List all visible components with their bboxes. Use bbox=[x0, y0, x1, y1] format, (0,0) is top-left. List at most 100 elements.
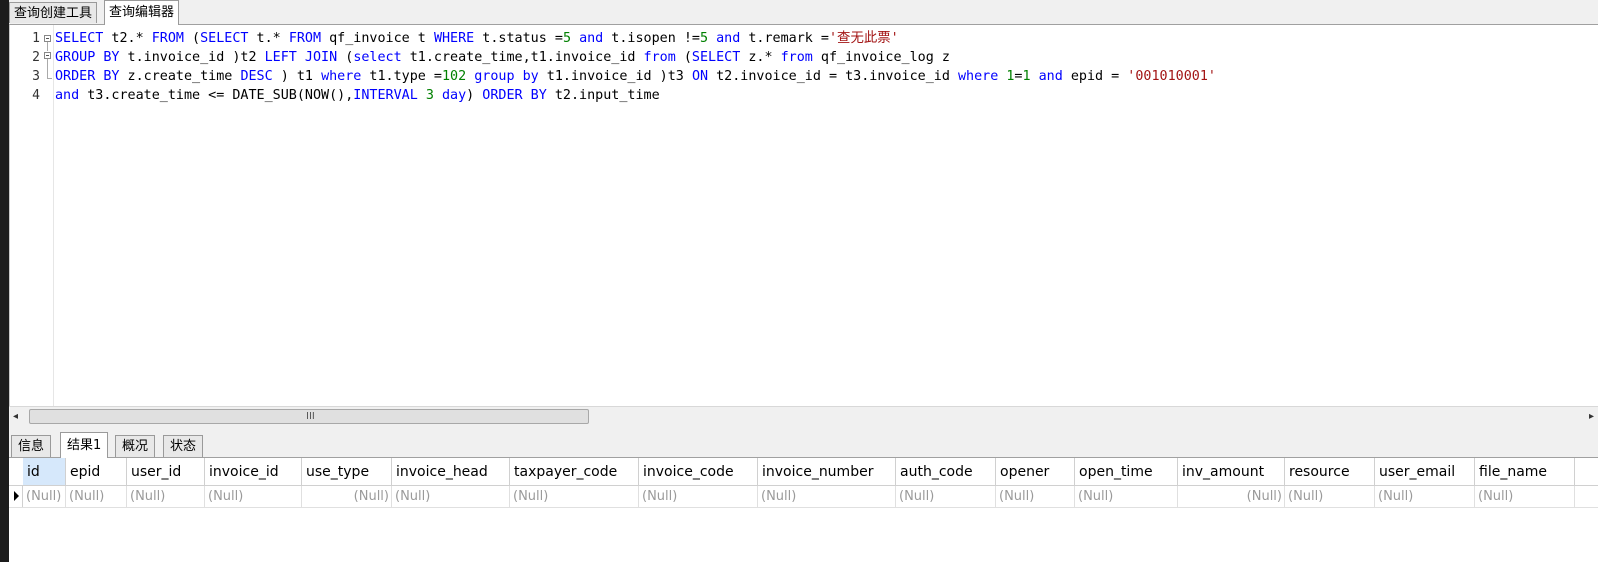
column-header-invoice-code[interactable]: invoice_code bbox=[639, 458, 758, 485]
line-number: 1 bbox=[32, 31, 40, 46]
sql-text: t.* bbox=[248, 31, 289, 46]
sql-keyword: and bbox=[1038, 69, 1063, 84]
sql-code[interactable]: SELECT t2.* FROM (SELECT t.* FROM qf_inv… bbox=[55, 29, 1216, 105]
column-header-use-type[interactable]: use_type bbox=[302, 458, 392, 485]
sql-keyword: INTERVAL bbox=[353, 88, 418, 103]
column-header-id[interactable]: id bbox=[23, 458, 66, 485]
fold-guide bbox=[47, 59, 48, 78]
code-line[interactable]: GROUP BY t.invoice_id )t2 LEFT JOIN (sel… bbox=[55, 48, 1216, 67]
scroll-left-icon[interactable]: ◂ bbox=[13, 411, 18, 422]
sql-editor[interactable]: 1 2 3 4 SELECT t2.* FROM (SELECT t.* FRO… bbox=[9, 25, 1598, 406]
sql-keyword: where bbox=[957, 69, 999, 84]
column-header-file-name[interactable]: file_name bbox=[1475, 458, 1575, 485]
grid-cell[interactable]: (Null) bbox=[1178, 486, 1285, 507]
sql-text: t2.invoice_id = t3.invoice_id bbox=[708, 69, 958, 84]
scroll-right-icon[interactable]: ▸ bbox=[1589, 411, 1594, 422]
column-header-resource[interactable]: resource bbox=[1285, 458, 1375, 485]
line-number: 4 bbox=[32, 88, 40, 103]
window-left-edge bbox=[0, 0, 9, 562]
column-header-user-id[interactable]: user_id bbox=[127, 458, 205, 485]
grid-cell[interactable]: (Null) bbox=[205, 486, 302, 507]
sql-text: t.invoice_id )t2 bbox=[119, 50, 265, 65]
grid-cell[interactable]: (Null) bbox=[392, 486, 510, 507]
sql-text: t2.input_time bbox=[546, 88, 660, 103]
column-header-invoice-head[interactable]: invoice_head bbox=[392, 458, 510, 485]
code-line[interactable]: ORDER BY z.create_time DESC ) t1 where t… bbox=[55, 67, 1216, 86]
grid-cell[interactable]: (Null) bbox=[302, 486, 392, 507]
sql-text: t.remark = bbox=[740, 31, 829, 46]
sql-number: 5 bbox=[700, 31, 709, 46]
editor-tab-strip: 查询创建工具 查询编辑器 bbox=[9, 0, 1598, 25]
sql-keyword: ORDER BY bbox=[55, 69, 120, 84]
grid-cell[interactable]: (Null) bbox=[1075, 486, 1178, 507]
column-header-epid[interactable]: epid bbox=[66, 458, 127, 485]
tab-status[interactable]: 状态 bbox=[163, 435, 204, 457]
line-number: 2 bbox=[32, 50, 40, 65]
grid-cell[interactable]: (Null) bbox=[996, 486, 1075, 507]
grid-cell[interactable]: (Null) bbox=[758, 486, 896, 507]
sql-keyword: and bbox=[579, 31, 604, 46]
column-header-invoice-number[interactable]: invoice_number bbox=[758, 458, 896, 485]
grid-cell[interactable]: (Null) bbox=[1475, 486, 1575, 507]
column-header-inv-amount[interactable]: inv_amount bbox=[1178, 458, 1285, 485]
sql-keyword: SELECT bbox=[55, 31, 104, 46]
editor-horizontal-scrollbar[interactable]: ◂ III ▸ bbox=[9, 406, 1598, 427]
sql-keyword: and bbox=[55, 88, 80, 103]
sql-text: qf_invoice_log z bbox=[812, 50, 950, 65]
column-header-user-email[interactable]: user_email bbox=[1375, 458, 1475, 485]
sql-text: ) t1 bbox=[272, 69, 322, 84]
sql-string: '001010001' bbox=[1127, 69, 1216, 84]
grid-cell[interactable]: (Null) bbox=[639, 486, 758, 507]
tab-info[interactable]: 信息 bbox=[11, 435, 52, 457]
column-header-invoice-id[interactable]: invoice_id bbox=[205, 458, 302, 485]
grid-cell[interactable]: (Null) bbox=[1375, 486, 1475, 507]
scrollbar-thumb[interactable]: III bbox=[29, 409, 589, 424]
sql-string: '查无此票' bbox=[829, 31, 899, 46]
sql-keyword: select bbox=[353, 50, 402, 65]
grid-cell[interactable]: (Null) bbox=[510, 486, 639, 507]
sql-keyword: FROM bbox=[151, 31, 184, 46]
sql-text: t1.invoice_id )t3 bbox=[538, 69, 692, 84]
sql-text: z.create_time bbox=[119, 69, 241, 84]
fold-collapse-icon[interactable] bbox=[44, 35, 51, 42]
sql-keyword: from bbox=[643, 50, 676, 65]
grid-cell[interactable]: (Null) bbox=[66, 486, 127, 507]
sql-text: t3.create_time <= DATE_SUB(NOW(), bbox=[79, 88, 354, 103]
column-header-auth-code[interactable]: auth_code bbox=[896, 458, 996, 485]
grid-cell[interactable]: (Null) bbox=[1285, 486, 1375, 507]
sql-keyword: GROUP BY bbox=[55, 50, 120, 65]
sql-text: t1.type = bbox=[361, 69, 442, 84]
sql-keyword: from bbox=[780, 50, 813, 65]
column-header-opener[interactable]: opener bbox=[996, 458, 1075, 485]
sql-text: t.isopen != bbox=[603, 31, 700, 46]
result-grid[interactable]: id epid user_id invoice_id use_type invoice_h… bbox=[9, 458, 1598, 562]
fold-collapse-icon[interactable] bbox=[44, 52, 51, 59]
sql-text: ( bbox=[337, 50, 354, 65]
grid-cell[interactable]: (Null) bbox=[127, 486, 205, 507]
table-row[interactable]: (Null) (Null) (Null) (Null) (Null) (Null) (Nul… bbox=[9, 486, 1598, 508]
sql-keyword: FROM bbox=[288, 31, 322, 46]
scrollbar-grip-icon: III bbox=[306, 411, 315, 422]
tab-profile[interactable]: 概况 bbox=[115, 435, 156, 457]
sql-keyword: day bbox=[441, 88, 467, 103]
sql-text: z.* bbox=[740, 50, 781, 65]
sql-text: qf_invoice t bbox=[321, 31, 434, 46]
sql-number: 3 bbox=[425, 88, 434, 103]
code-line[interactable]: SELECT t2.* FROM (SELECT t.* FROM qf_inv… bbox=[55, 29, 1216, 48]
sql-keyword: and bbox=[716, 31, 741, 46]
sql-text: ) bbox=[466, 88, 483, 103]
tab-query-editor[interactable]: 查询编辑器 bbox=[104, 0, 180, 25]
grid-cell[interactable]: (Null) bbox=[23, 486, 66, 507]
tab-query-builder[interactable]: 查询创建工具 bbox=[9, 2, 98, 23]
grid-cell[interactable]: (Null) bbox=[896, 486, 996, 507]
code-line[interactable]: and t3.create_time <= DATE_SUB(NOW(),INT… bbox=[55, 86, 1216, 105]
sql-text: epid = bbox=[1062, 69, 1128, 84]
column-header-taxpayer-code[interactable]: taxpayer_code bbox=[510, 458, 639, 485]
tab-result-1[interactable]: 结果1 bbox=[60, 432, 109, 458]
column-header-open-time[interactable]: open_time bbox=[1075, 458, 1178, 485]
sql-keyword: WHERE bbox=[433, 31, 475, 46]
sql-keyword: group by bbox=[474, 69, 539, 84]
